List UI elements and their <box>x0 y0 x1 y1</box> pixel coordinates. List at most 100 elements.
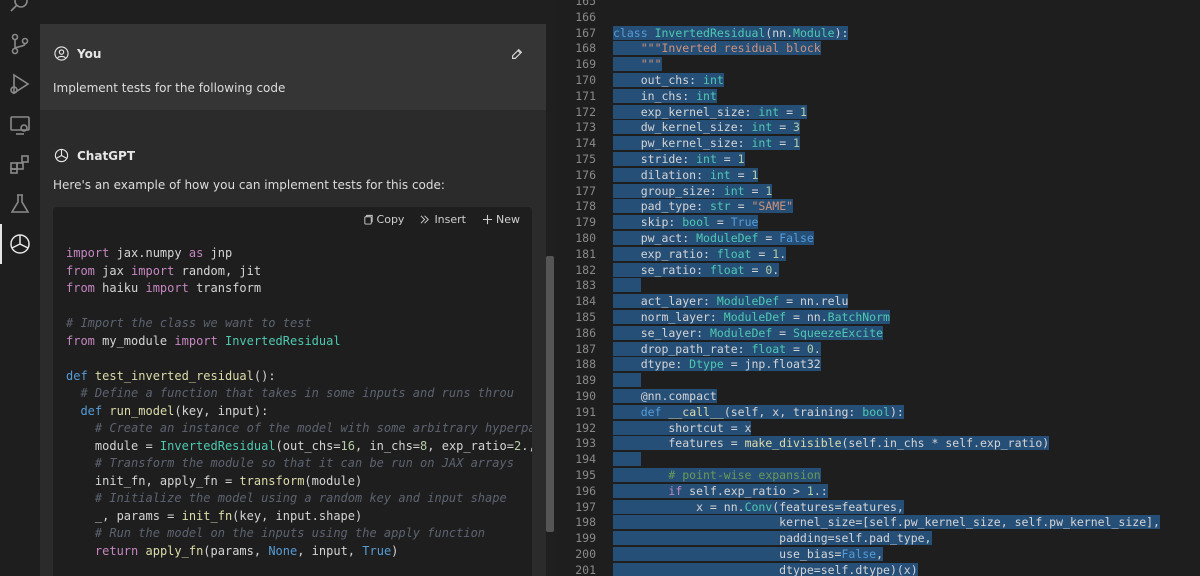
chat-scrollbar[interactable] <box>546 256 554 532</box>
line-number: 183 <box>575 278 596 293</box>
line-number: 200 <box>575 546 596 561</box>
code-line: group_size: int = 1 <box>613 183 773 198</box>
line-number: 196 <box>575 483 596 498</box>
chat-code-line: # Define a function that takes in some i… <box>80 386 514 400</box>
line-number: 176 <box>575 167 596 182</box>
copy-button[interactable]: Copy <box>363 213 405 226</box>
line-number: 191 <box>575 404 596 419</box>
code-line: skip: bool = True <box>613 215 759 230</box>
code-line: norm_layer: ModuleDef = nn.BatchNorm <box>613 309 890 324</box>
chat-code-line: from my_module import InvertedResidual <box>66 333 341 348</box>
source-control-icon[interactable] <box>8 32 32 56</box>
code-line: pw_act: ModuleDef = False <box>613 230 814 245</box>
insert-label: Insert <box>434 213 466 226</box>
code-line: act_layer: ModuleDef = nn.relu <box>613 294 849 309</box>
line-number: 199 <box>575 531 596 546</box>
user-name: You <box>77 46 102 61</box>
chat-code-line: def test_inverted_residual(): <box>66 368 276 383</box>
code-line: stride: int = 1 <box>613 151 745 166</box>
code-line: exp_kernel_size: int = 1 <box>613 104 807 119</box>
code-line: use_bias=False, <box>613 546 884 561</box>
copy-icon <box>363 214 373 225</box>
assistant-intro-text: Here's an example of how you can impleme… <box>53 178 445 192</box>
chat-code-line: return apply_fn(params, None, input, Tru… <box>94 543 399 558</box>
chat-code-line: # Initialize the model using a random ke… <box>94 491 507 505</box>
active-indicator <box>0 224 2 264</box>
chatgpt-logo-icon <box>54 148 69 163</box>
chat-code-line <box>66 350 532 368</box>
line-number: 194 <box>575 452 596 467</box>
line-number: 172 <box>575 104 596 119</box>
code-line: se_ratio: float = 0. <box>613 262 780 277</box>
line-number: 179 <box>575 215 596 230</box>
chat-code-line: # Create an instance of the model with s… <box>94 421 532 435</box>
line-number: 171 <box>575 88 596 103</box>
plus-icon <box>482 214 493 225</box>
line-number: 184 <box>575 294 596 309</box>
code-editor[interactable]: 165 166 167 168 169 170 171 172 173 174 175 176 177 1… <box>556 0 1200 576</box>
chat-code-content: import jax.numpy as jnp from jax import r… <box>66 245 532 560</box>
edit-message-icon[interactable] <box>510 46 524 60</box>
editor-code-area[interactable]: class InvertedResidual(nn.Module): """In… <box>613 0 1160 576</box>
new-button[interactable]: New <box>482 213 520 226</box>
code-line: """ <box>613 57 1160 73</box>
insert-icon <box>421 215 430 224</box>
line-number: 188 <box>575 357 596 372</box>
code-line: kernel_size=[self.pw_kernel_size, self.p… <box>613 515 1160 530</box>
line-number: 173 <box>575 120 596 135</box>
chat-top-gap <box>40 0 546 24</box>
code-line: def __call__(self, x, training: bool): <box>613 404 1160 421</box>
extensions-icon[interactable] <box>8 152 32 176</box>
code-line <box>613 373 1160 389</box>
chat-code-line: _, params = init_fn(key, input.shape) <box>66 508 363 523</box>
code-line: dw_kernel_size: int = 3 <box>613 120 800 135</box>
code-line: pad_type: str = "SAME" <box>613 199 794 214</box>
code-line: @nn.compact <box>613 388 717 403</box>
code-line: shortcut = x <box>613 420 752 435</box>
code-line: se_layer: ModuleDef = SqueezeExcite <box>613 325 884 340</box>
line-number: 180 <box>575 230 596 245</box>
code-line: out_chs: int <box>613 72 724 87</box>
code-line: drop_path_rate: float = 0. <box>613 341 821 356</box>
chat-code-line <box>66 298 532 316</box>
search-icon[interactable] <box>8 0 32 16</box>
user-message-block <box>40 24 546 110</box>
code-line <box>613 452 1160 468</box>
line-number: 195 <box>575 467 596 482</box>
line-number: 175 <box>575 151 596 166</box>
line-number-gutter: 165 166 167 168 169 170 171 172 173 174 175 176 177 1… <box>556 0 596 576</box>
code-line: # point-wise expansion <box>613 467 1160 484</box>
chat-code-line: from jax import random, jit <box>66 263 262 278</box>
chat-code-line: # Import the class we want to test <box>66 316 312 330</box>
code-toolbar: Copy Insert New <box>363 213 520 226</box>
chat-code-line: init_fn, apply_fn = transform(module) <box>66 473 363 488</box>
new-label: New <box>496 213 520 226</box>
user-avatar-icon <box>54 46 69 61</box>
testing-icon[interactable] <box>8 192 32 216</box>
remote-explorer-icon[interactable] <box>8 113 32 137</box>
line-number: 182 <box>575 262 596 277</box>
line-number: 166 <box>575 9 596 24</box>
code-line: dtype: Dtype = jnp.float32 <box>613 357 821 372</box>
run-debug-icon[interactable] <box>8 72 32 96</box>
code-line: if self.exp_ratio > 1.: <box>613 483 1160 500</box>
code-line: """Inverted residual block <box>613 41 1160 57</box>
code-line: padding=self.pad_type, <box>613 531 932 546</box>
line-number: 190 <box>575 388 596 403</box>
assistant-header: ChatGPT <box>54 148 135 163</box>
activity-bar <box>0 0 40 576</box>
line-number: 192 <box>575 420 596 435</box>
code-line <box>613 278 1160 294</box>
chat-code-line: module = InvertedResidual(out_chs=16, in… <box>66 438 532 453</box>
chatgpt-icon[interactable] <box>8 232 32 256</box>
code-line: features = make_divisible(self.in_chs * … <box>613 436 1050 451</box>
copy-label: Copy <box>376 213 405 226</box>
chat-code-line: # Transform the module so that it can be… <box>94 456 514 470</box>
code-line: class InvertedResidual(nn.Module): <box>613 25 849 40</box>
line-number: 193 <box>575 436 596 451</box>
code-line: exp_ratio: float = 1. <box>613 246 787 261</box>
insert-button[interactable]: Insert <box>420 213 466 226</box>
chat-code-line: from haiku import transform <box>66 281 262 295</box>
